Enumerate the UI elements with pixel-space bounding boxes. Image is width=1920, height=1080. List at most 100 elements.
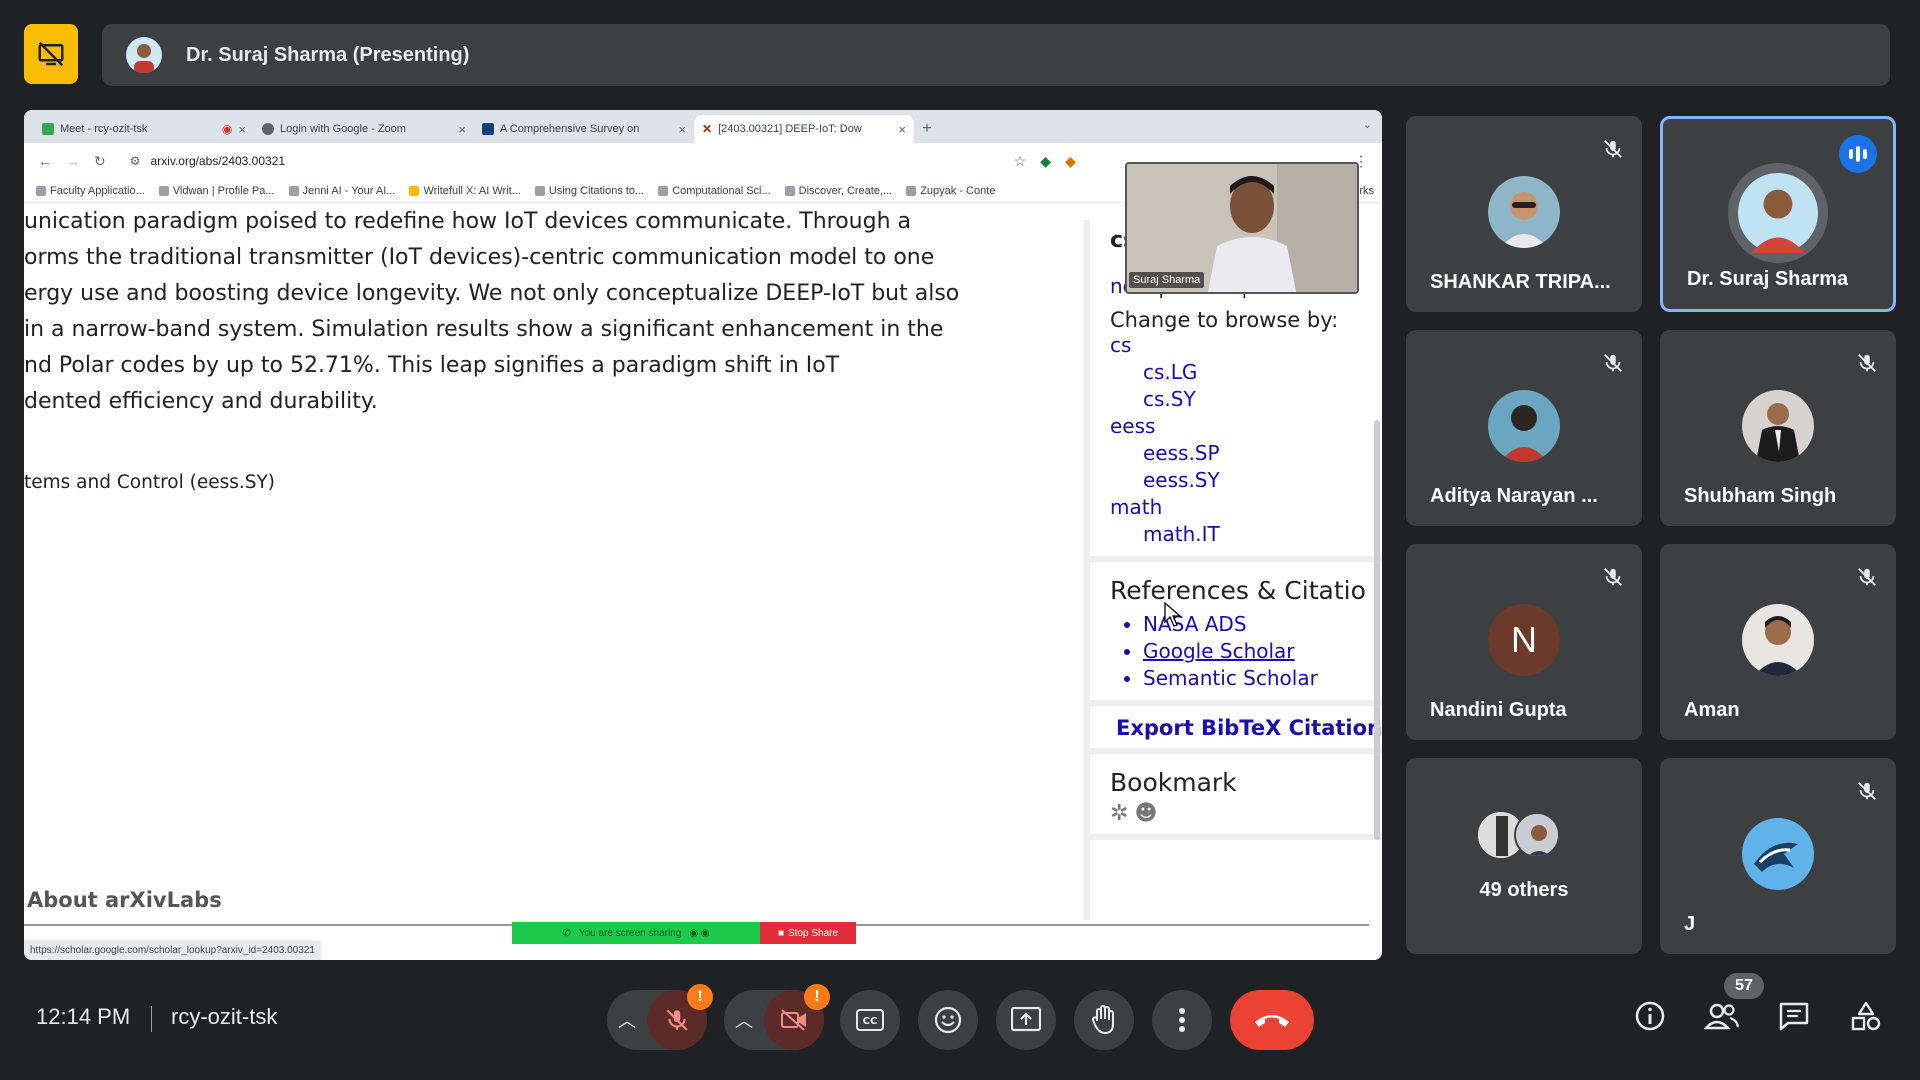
more-options-button[interactable] (1152, 990, 1212, 1050)
participant-name: J (1684, 913, 1696, 935)
mic-control-group: ︿ ! (607, 984, 713, 1050)
recording-icon: ◉ (221, 122, 233, 136)
extension-icon[interactable]: ◆ (1065, 153, 1076, 170)
activities-button[interactable] (1850, 1000, 1882, 1037)
mic-off-icon (666, 1009, 688, 1031)
bookmark-favicon-icon (906, 185, 917, 196)
link-status-url: https://scholar.google.com/scholar_looku… (24, 940, 321, 960)
bookmark-item[interactable]: Writefull X: AI Writ... (409, 185, 521, 197)
participant-name: SHANKAR TRIPA... (1430, 271, 1611, 293)
browser-tab[interactable]: Login with Google - Zoom × (254, 115, 474, 143)
mic-off-icon (1854, 350, 1880, 376)
ref-link-semantic-scholar[interactable]: Semantic Scholar (1143, 665, 1382, 692)
stop-share-button[interactable]: ■ Stop Share (760, 922, 856, 944)
sharing-controls-icon[interactable]: ◉ ◉ (689, 928, 709, 939)
change-browse-heading: Change to browse by: (1110, 308, 1339, 332)
close-tab-icon[interactable]: × (898, 122, 906, 137)
chat-button[interactable] (1778, 1000, 1810, 1037)
bookmark-item[interactable]: Jenni AI - Your AI... (288, 185, 395, 197)
abstract-line: nd Polar codes by up to 52.71%. This lea… (24, 353, 840, 378)
bookmark-item[interactable]: Discover, Create,... (784, 185, 892, 197)
participant-tile-active-speaker[interactable]: Dr. Suraj Sharma (1660, 116, 1896, 312)
reload-icon[interactable]: ↻ (94, 153, 106, 170)
browse-link[interactable]: cs.LG (1110, 359, 1382, 386)
bookmark-item[interactable]: Computational Sci... (658, 185, 771, 197)
video-settings-chevron-icon[interactable]: ︿ (724, 990, 764, 1050)
participant-tile[interactable]: Aditya Narayan ... (1406, 330, 1642, 526)
close-tab-icon[interactable]: × (238, 122, 246, 137)
browse-link[interactable]: eess (1110, 413, 1382, 440)
browser-tab[interactable]: A Comprehensive Survey on × (474, 115, 694, 143)
browse-link[interactable]: cs.SY (1110, 386, 1382, 413)
captions-button[interactable]: CC (840, 990, 900, 1050)
divider (151, 1006, 152, 1032)
new-tab-icon[interactable]: + (914, 115, 940, 143)
sharing-status-text: You are screen sharing (578, 927, 682, 939)
chat-icon (1779, 1002, 1809, 1031)
present-screen-icon (1011, 1007, 1041, 1032)
address-bar[interactable]: ⚙ arxiv.org/abs/2403.00321 (120, 148, 1000, 174)
arxiv-icon: ✕ (702, 122, 713, 136)
participant-tile[interactable]: Shubham Singh (1660, 330, 1896, 526)
presenter-camera-preview: Suraj Sharma (1125, 162, 1359, 294)
sharing-icon: ✆ (562, 927, 571, 939)
browser-tab[interactable]: Meet - rcy-ozit-tsk ◉ × (34, 115, 254, 143)
participant-tile[interactable]: Aman (1660, 544, 1896, 740)
present-now-icon[interactable] (24, 24, 78, 84)
present-screen-button[interactable] (996, 990, 1056, 1050)
bookmark-star-icon[interactable]: ☆ (1014, 153, 1027, 170)
browser-tab-active[interactable]: ✕ [2403.00321] DEEP-IoT: Dow × (694, 115, 914, 143)
people-icon (1703, 1003, 1740, 1030)
export-bibtex-link[interactable]: Export BibTeX Citation (1090, 706, 1382, 754)
bookmark-item[interactable]: Faculty Applicatio... (36, 185, 145, 197)
back-icon[interactable]: ← (38, 153, 52, 169)
close-tab-icon[interactable]: × (678, 122, 686, 137)
bookmark-heading: Bookmark (1110, 768, 1237, 797)
participant-avatar (1488, 176, 1560, 248)
meeting-details-button[interactable] (1634, 1000, 1666, 1037)
others-avatar-stack (1478, 812, 1560, 858)
browse-link[interactable]: eess.SY (1110, 467, 1382, 494)
participant-name: Aman (1684, 699, 1740, 721)
browse-link[interactable]: math (1110, 494, 1382, 521)
site-info-icon[interactable]: ⚙ (130, 154, 141, 168)
browse-link[interactable]: cs (1110, 332, 1382, 359)
participant-tile[interactable]: J (1660, 758, 1896, 954)
bibsonomy-icon[interactable]: ✲ (1110, 801, 1128, 826)
stop-square-icon: ■ (777, 927, 784, 939)
mic-off-icon (1600, 350, 1626, 376)
page-scrollbar[interactable] (1374, 420, 1380, 840)
bookmark-overflow[interactable]: rks (1359, 185, 1382, 197)
bookmark-item[interactable]: Zupyak - Conte (906, 185, 995, 197)
bookmark-item[interactable]: Using Citations to... (534, 185, 644, 197)
people-button[interactable] (1703, 1000, 1740, 1037)
subjects-text: tems and Control (eess.SY) (24, 472, 276, 493)
ref-link-google-scholar[interactable]: Google Scholar (1143, 638, 1382, 665)
browse-link[interactable]: math.IT (1110, 521, 1382, 548)
participant-name: Dr. Suraj Sharma (1687, 268, 1849, 290)
forward-icon[interactable]: → (66, 153, 80, 169)
reactions-button[interactable] (918, 990, 978, 1050)
reddit-icon[interactable]: ☻ (1134, 801, 1157, 826)
abstract-line: dented efficiency and durability. (24, 389, 378, 414)
bookmark-icons: ✲ ☻ (1110, 801, 1382, 826)
browse-link[interactable]: eess.SP (1110, 440, 1382, 467)
mic-off-icon (1600, 564, 1626, 590)
stop-share-label: Stop Share (788, 927, 839, 939)
presenting-banner: Dr. Suraj Sharma (Presenting) (102, 24, 1890, 86)
close-tab-icon[interactable]: × (458, 122, 466, 137)
bookmark-favicon-icon (784, 185, 795, 196)
audio-settings-chevron-icon[interactable]: ︿ (607, 990, 647, 1050)
microphone-toggle-button[interactable]: ! (647, 984, 713, 1050)
others-tile[interactable]: 49 others (1406, 758, 1642, 954)
leave-call-button[interactable] (1230, 990, 1314, 1050)
participant-tile[interactable]: SHANKAR TRIPA... (1406, 116, 1642, 312)
participant-tile[interactable]: N Nandini Gupta (1406, 544, 1642, 740)
extension-icon[interactable]: ◆ (1040, 153, 1051, 170)
arxiv-sidebar: cs new | recent | 2403 Change to browse … (1084, 220, 1382, 920)
tab-search-icon[interactable]: ⌄ (1363, 118, 1372, 131)
camera-toggle-button[interactable]: ! (764, 984, 830, 1050)
abstract-line: orms the traditional transmitter (IoT de… (24, 245, 935, 270)
raise-hand-button[interactable] (1074, 990, 1134, 1050)
bookmark-item[interactable]: Vidwan | Profile Pa... (158, 185, 275, 197)
